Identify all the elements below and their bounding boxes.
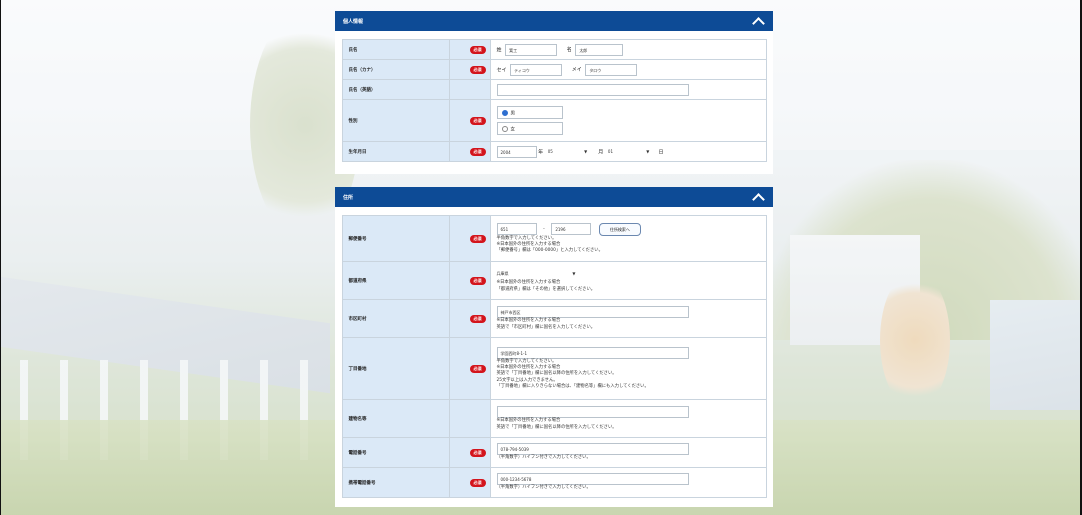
row-mobile: 携帯電話番号 必須 000-1234-5678 （半角数字）ハイフン付きで入力し… [341, 467, 767, 498]
collapse-chevron-icon[interactable] [752, 16, 765, 30]
row-kana: 氏名（カナ） 必須 セイ ティコウ メイ タロウ [341, 59, 767, 80]
required-badge: 必須 [469, 448, 486, 457]
street-help: 半角数字で入力してください。 ※日本国外の住所を入力する場合 英語で「丁目番地」… [496, 358, 649, 389]
postal-second-input[interactable]: 2196 [551, 223, 592, 236]
sei-prefix: 姓 [496, 47, 502, 53]
address-header[interactable]: 住所 [335, 187, 773, 207]
address-search-button[interactable]: 住所検索へ [598, 222, 641, 236]
sei-kana-prefix: セイ [496, 67, 507, 73]
required-badge: 必須 [469, 364, 486, 373]
personal-info-panel: 個人情報 氏名 必須 姓 箕工 名 太郎 氏名（カナ） 必須 セイ ティコウ メ… [335, 11, 773, 174]
personal-info-table: 氏名 必須 姓 箕工 名 太郎 氏名（カナ） 必須 セイ ティコウ メイ タロウ… [341, 39, 767, 162]
mobile-input[interactable]: 000-1234-5678 [496, 473, 689, 486]
label-city: 市区町村 [341, 299, 450, 338]
row-prefecture: 都道府県 必須 兵庫県 ▼ ※日本国外の住所を入力する場合 「都道府県」欄は「その… [341, 261, 767, 300]
last-name-input[interactable]: 箕工 [505, 43, 558, 56]
label-street: 丁目番地 [341, 337, 450, 400]
required-badge: 必須 [469, 314, 486, 323]
street-input[interactable]: 学園西町8-1-1 [496, 346, 689, 359]
address-title: 住所 [343, 194, 354, 201]
phone-help: （半角数字）ハイフン付きで入力してください。 [496, 455, 591, 461]
required-badge: 必須 [469, 116, 486, 125]
row-gender: 性別 必須 男 女 [341, 99, 767, 142]
row-postal: 郵便番号 必須 651 - 2196 住所検索へ 半角数字で入力してください。 … [341, 215, 767, 262]
day-suffix: 日 [658, 149, 664, 155]
last-name-kana-input[interactable]: ティコウ [510, 63, 563, 76]
address-panel: 住所 郵便番号 必須 651 - 2196 住所検索へ 半角数字で入力してくださ… [335, 187, 773, 507]
label-mobile: 携帯電話番号 [341, 467, 450, 498]
building-input[interactable] [496, 406, 689, 419]
first-name-kana-input[interactable]: タロウ [585, 63, 638, 76]
gender-option-female[interactable]: 女 [496, 122, 563, 135]
postal-dash: - [543, 226, 545, 232]
postal-first-input[interactable]: 651 [496, 223, 537, 236]
label-kana: 氏名（カナ） [341, 59, 450, 80]
mei-kana-prefix: メイ [571, 67, 582, 73]
first-name-input[interactable]: 太郎 [575, 43, 624, 56]
birth-day-select[interactable]: 01 ▼ [604, 145, 657, 158]
radio-unchecked-icon [501, 126, 508, 132]
name-english-input[interactable] [496, 83, 689, 96]
address-table: 郵便番号 必須 651 - 2196 住所検索へ 半角数字で入力してください。 … [341, 215, 767, 498]
required-badge: 必須 [469, 45, 486, 54]
radio-checked-icon [501, 110, 508, 116]
prefecture-select[interactable]: 兵庫県 ▼ [496, 268, 579, 281]
postal-help: 半角数字で入力してください。 ※日本国外の住所を入力する場合 「郵便番号」欄は「… [496, 235, 603, 254]
city-help: ※日本国外の住所を入力する場合 英語で「市区町村」欄に国名を入力してください。 [496, 318, 596, 330]
personal-info-title: 個人情報 [343, 18, 364, 25]
birth-year-input[interactable]: 2004 [496, 145, 537, 158]
label-romaji: 氏名（英語） [341, 79, 450, 100]
year-suffix: 年 [538, 149, 544, 155]
personal-info-header[interactable]: 個人情報 [335, 11, 773, 31]
dropdown-arrow-icon: ▼ [584, 148, 588, 154]
mei-prefix: 名 [566, 47, 572, 53]
label-name: 氏名 [341, 39, 450, 60]
row-city: 市区町村 必須 神戸市西区 ※日本国外の住所を入力する場合 英語で「市区町村」欄… [341, 299, 767, 338]
gender-option-male[interactable]: 男 [496, 106, 563, 119]
row-building: 建物名等 ※日本国外の住所を入力する場合 英語で「丁目番地」欄に国名以降の住所を… [341, 399, 767, 438]
mobile-help: （半角数字）ハイフン付きで入力してください。 [496, 485, 591, 491]
building-help: ※日本国外の住所を入力する場合 英語で「丁目番地」欄に国名以降の住所を入力してく… [496, 418, 617, 430]
required-badge: 必須 [469, 478, 486, 487]
label-gender: 性別 [341, 99, 450, 142]
required-badge: 必須 [469, 147, 486, 156]
dropdown-arrow-icon: ▼ [646, 148, 650, 154]
label-building: 建物名等 [341, 399, 450, 438]
required-badge: 必須 [469, 234, 486, 243]
row-street: 丁目番地 必須 学園西町8-1-1 半角数字で入力してください。 ※日本国外の住… [341, 337, 767, 400]
label-postal: 郵便番号 [341, 215, 450, 262]
row-phone: 電話番号 必須 078-794-5039 （半角数字）ハイフン付きで入力してくだ… [341, 437, 767, 468]
required-badge: 必須 [469, 276, 486, 285]
required-badge: 必須 [469, 65, 486, 74]
prefecture-help: ※日本国外の住所を入力する場合 「都道府県」欄は「その他」を選択してください。 [496, 280, 596, 292]
label-birthday: 生年月日 [341, 141, 450, 162]
phone-input[interactable]: 078-794-5039 [496, 443, 689, 456]
row-birthday: 生年月日 必須 2004 年 05 ▼ 月 01 ▼ 日 [341, 141, 767, 162]
collapse-chevron-icon[interactable] [752, 192, 765, 206]
dropdown-arrow-icon: ▼ [572, 271, 576, 277]
city-input[interactable]: 神戸市西区 [496, 306, 689, 319]
window-edge-left [0, 0, 1, 515]
birth-month-select[interactable]: 05 ▼ [544, 145, 597, 158]
label-phone: 電話番号 [341, 437, 450, 468]
row-romaji: 氏名（英語） [341, 79, 767, 100]
label-prefecture: 都道府県 [341, 261, 450, 300]
row-name: 氏名 必須 姓 箕工 名 太郎 [341, 39, 767, 60]
month-suffix: 月 [598, 149, 604, 155]
